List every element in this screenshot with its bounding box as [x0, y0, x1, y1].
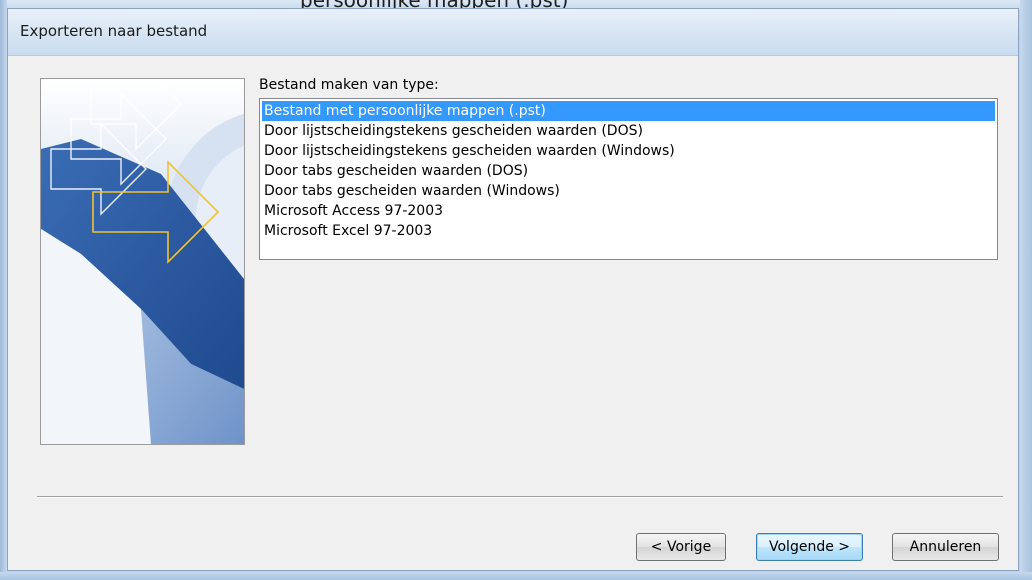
background-window-edge-bottom	[0, 572, 1032, 580]
list-item-access[interactable]: Microsoft Access 97-2003	[262, 201, 995, 221]
dialog-titlebar[interactable]: Exporteren naar bestand	[8, 9, 1018, 56]
list-item-tab-dos[interactable]: Door tabs gescheiden waarden (DOS)	[262, 161, 995, 181]
button-separator	[37, 496, 1003, 498]
dialog-title: Exporteren naar bestand	[20, 22, 208, 40]
background-window-edge-left	[0, 0, 7, 580]
export-dialog: Exporteren naar bestand Bestand maken va…	[7, 8, 1019, 571]
list-item-tab-windows[interactable]: Door tabs gescheiden waarden (Windows)	[262, 181, 995, 201]
background-window-edge-right	[1020, 0, 1032, 580]
file-type-listbox[interactable]: Bestand met persoonlijke mappen (.pst) D…	[259, 98, 998, 260]
file-type-prompt: Bestand maken van type:	[259, 77, 439, 93]
dialog-content: Bestand maken van type: Bestand met pers…	[8, 56, 1018, 570]
list-item-excel[interactable]: Microsoft Excel 97-2003	[262, 221, 995, 241]
cancel-button[interactable]: Annuleren	[892, 533, 999, 561]
wizard-illustration	[40, 78, 245, 445]
list-item-csv-dos[interactable]: Door lijstscheidingstekens gescheiden wa…	[262, 121, 995, 141]
list-item-pst[interactable]: Bestand met persoonlijke mappen (.pst)	[262, 101, 995, 121]
previous-button[interactable]: < Vorige	[636, 533, 726, 561]
wizard-arrows-graphic	[41, 79, 244, 444]
list-item-csv-windows[interactable]: Door lijstscheidingstekens gescheiden wa…	[262, 141, 995, 161]
next-button[interactable]: Volgende >	[756, 533, 863, 561]
